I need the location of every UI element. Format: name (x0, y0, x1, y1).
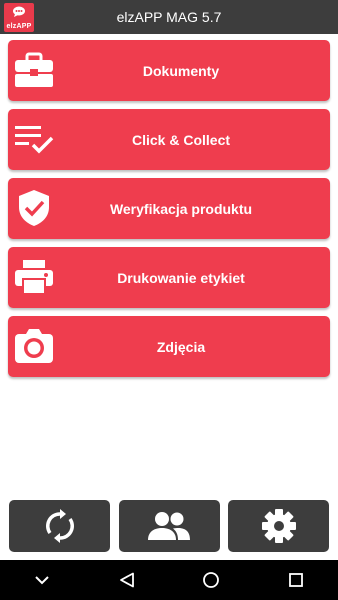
documents-label: Dokumenty (142, 62, 220, 79)
label-printing-button[interactable]: Drukowanie etykiet (8, 247, 330, 308)
label-printing-label: Drukowanie etykiet (117, 269, 245, 286)
product-verification-label: Weryfikacja produktu (109, 200, 253, 217)
chevron-down-icon (35, 576, 49, 585)
home-icon (203, 572, 220, 588)
camera-icon (14, 326, 54, 366)
click-collect-label: Click & Collect (131, 131, 231, 148)
product-verification-button[interactable]: Weryfikacja produktu (8, 178, 330, 239)
settings-button[interactable] (228, 500, 329, 552)
main-menu: Dokumenty Click & Collect Weryfikacja pr… (8, 40, 330, 385)
sync-icon (45, 509, 74, 543)
app-title: elzAPP MAG 5.7 (116, 9, 222, 25)
checklist-icon (14, 119, 54, 159)
users-icon (148, 512, 190, 540)
shield-check-icon (14, 188, 54, 228)
app-header: elzAPP elzAPP MAG 5.7 (0, 0, 338, 34)
app-logo: elzAPP (4, 3, 34, 32)
logo-text: elzAPP (6, 23, 32, 30)
bottom-toolbar (9, 500, 329, 552)
photos-label: Zdjęcia (156, 338, 206, 355)
keyboard-hide-button[interactable] (22, 560, 62, 600)
documents-button[interactable]: Dokumenty (8, 40, 330, 101)
recents-button[interactable] (276, 560, 316, 600)
chat-bubble-icon (13, 6, 25, 17)
briefcase-icon (14, 50, 54, 90)
printer-icon (14, 257, 54, 297)
back-icon (119, 572, 134, 588)
recents-icon (288, 573, 303, 587)
back-button[interactable] (107, 560, 147, 600)
photos-button[interactable]: Zdjęcia (8, 316, 330, 377)
home-button[interactable] (191, 560, 231, 600)
android-navbar (0, 560, 338, 600)
users-button[interactable] (118, 500, 220, 552)
click-collect-button[interactable]: Click & Collect (8, 109, 330, 170)
gear-icon (261, 509, 296, 543)
sync-button[interactable] (9, 500, 110, 552)
